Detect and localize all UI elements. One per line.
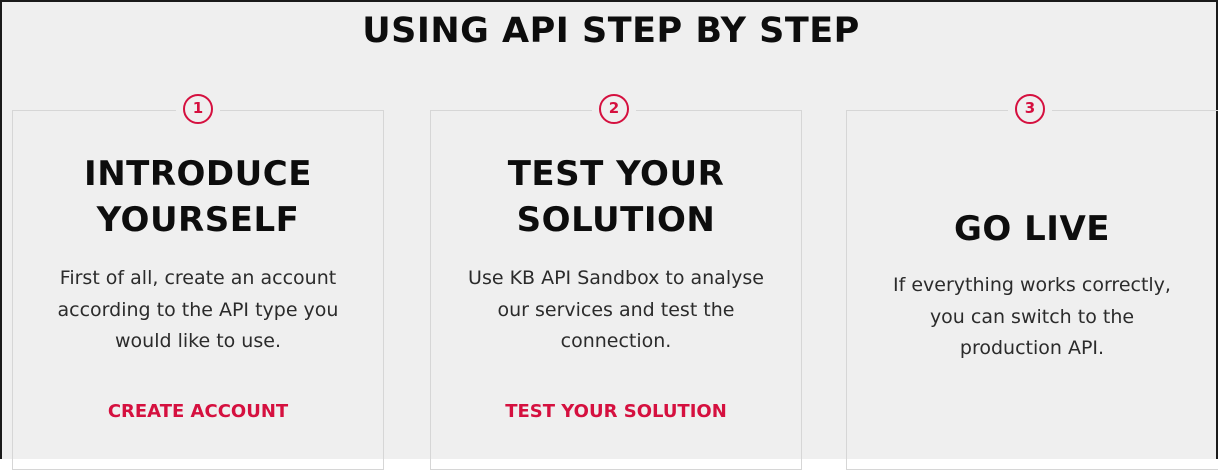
section-title: USING API STEP BY STEP — [362, 11, 860, 51]
steps-section: USING API STEP BY STEP 1 INTRODUCE YOURS… — [0, 0, 1218, 470]
step-number-badge-2: 2 — [599, 94, 629, 124]
step-2-heading-line2: SOLUTION — [516, 200, 716, 240]
step-number-badge-1: 1 — [183, 94, 213, 124]
create-account-link[interactable]: CREATE ACCOUNT — [12, 398, 384, 426]
step-3-heading: GO LIVE — [953, 209, 1110, 249]
step-1-heading-line1: INTRODUCE — [84, 154, 312, 194]
step-2-heading-line1: TEST YOUR — [507, 154, 725, 194]
step-3-description: If everything works correctly, you can s… — [893, 274, 1171, 359]
step-1-description: First of all, create an account accordin… — [57, 267, 339, 352]
step-2-description: Use KB API Sandbox to analyse our servic… — [468, 267, 764, 352]
step-1-heading-line2: YOURSELF — [96, 200, 300, 240]
step-number-badge-3: 3 — [1015, 94, 1045, 124]
test-your-solution-link[interactable]: TEST YOUR SOLUTION — [430, 398, 802, 426]
